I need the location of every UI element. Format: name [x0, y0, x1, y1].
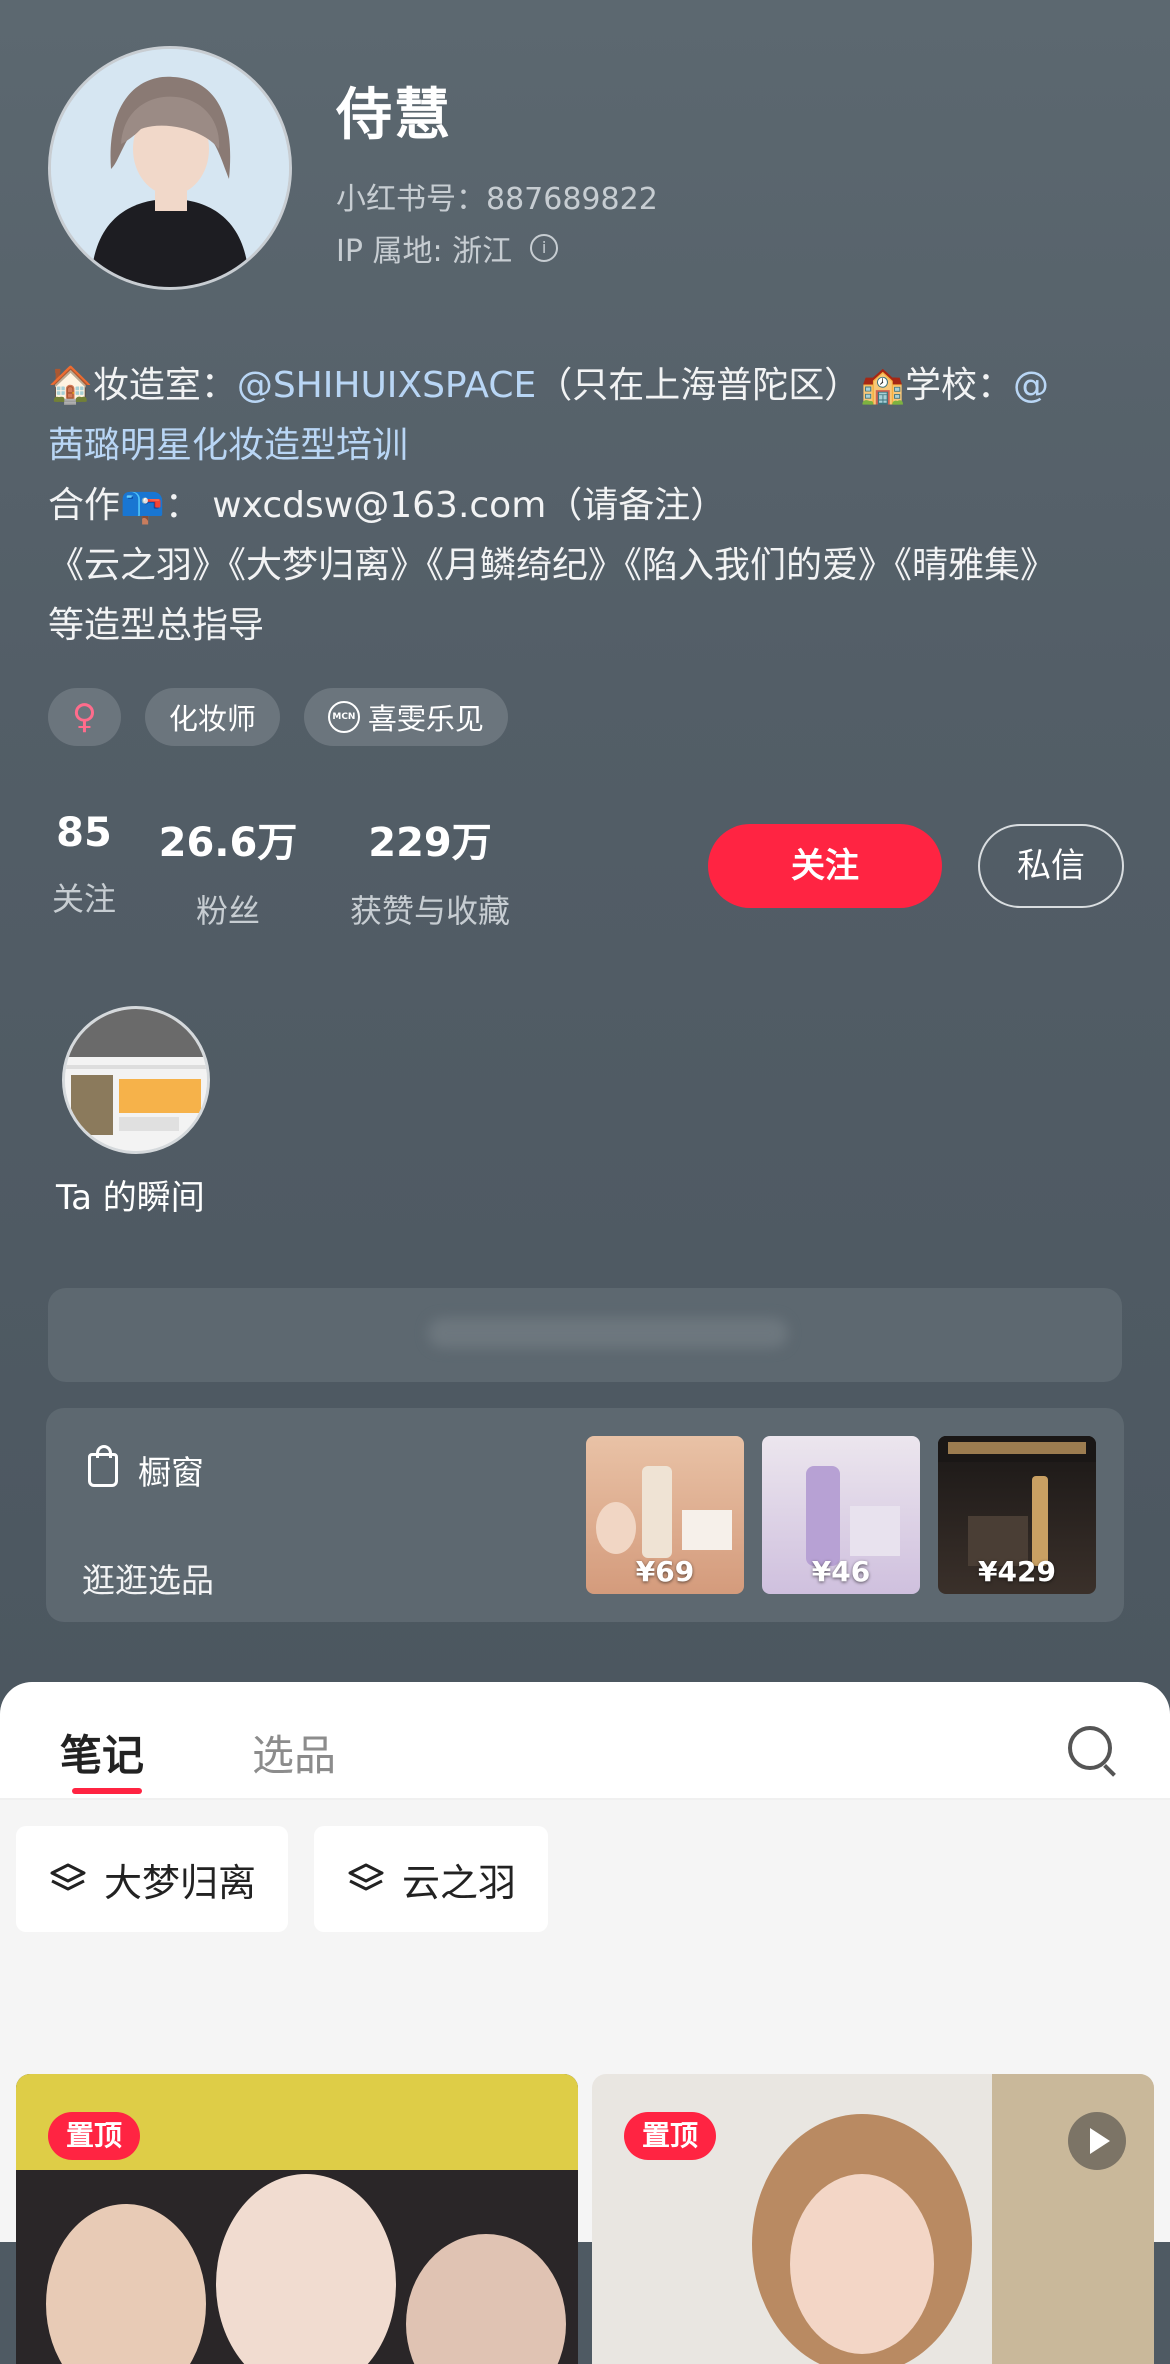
note-card[interactable]: 置顶: [592, 2074, 1154, 2364]
bio-studio-label: 🏠妆造室：: [48, 365, 237, 406]
moment-thumbnail[interactable]: [62, 1006, 210, 1154]
shop-window-label: 橱窗: [138, 1453, 204, 1492]
product-card[interactable]: ¥429: [938, 1436, 1096, 1594]
blurred-banner[interactable]: [48, 1288, 1122, 1382]
ip-location: IP 属地: 浙江 i: [336, 226, 559, 270]
moments-label[interactable]: Ta 的瞬间: [56, 1170, 205, 1219]
tab-notes[interactable]: 笔记: [60, 1722, 144, 1783]
bio-studio-note: （只在上海普陀区）🏫学校：: [536, 365, 1014, 406]
pinned-badge: 置顶: [48, 2112, 141, 2160]
avatar[interactable]: [48, 46, 292, 290]
school-mention-link[interactable]: @: [1013, 365, 1049, 406]
mcn-icon: MCN: [327, 701, 360, 733]
search-icon[interactable]: [1068, 1726, 1112, 1770]
ip-location-text: IP 属地: 浙江: [336, 234, 513, 269]
info-icon[interactable]: i: [530, 234, 559, 262]
studio-mention-link[interactable]: @SHIHUIXSPACE: [237, 365, 536, 406]
play-icon: [1068, 2112, 1126, 2170]
mcn-name: 喜雯乐见: [367, 702, 484, 736]
active-tab-indicator: [72, 1788, 142, 1794]
bio-contact: 合作📪： wxcdsw@163.com（请备注）: [48, 485, 727, 526]
shop-window-subtitle: 逛逛选品: [82, 1561, 214, 1600]
fans-label: 粉丝: [195, 892, 260, 930]
pinned-badge: 置顶: [624, 2112, 717, 2160]
following-label: 关注: [51, 880, 116, 918]
collection-label: 云之羽: [402, 1860, 517, 1905]
likes-label: 获赞与收藏: [349, 892, 510, 930]
message-button[interactable]: 私信: [978, 824, 1124, 908]
likes-stat[interactable]: 229万 获赞与收藏: [340, 810, 520, 932]
collection-chip[interactable]: 云之羽: [314, 1826, 549, 1932]
xhs-id[interactable]: 小红书号：887689822: [336, 174, 658, 218]
fans-count: 26.6万: [158, 820, 298, 866]
female-icon: ♀: [72, 697, 97, 737]
mcn-tag[interactable]: MCN 喜雯乐见: [303, 688, 508, 746]
profile-tags: ♀ 化妆师 MCN 喜雯乐见: [48, 688, 508, 746]
product-price: ¥69: [635, 1555, 695, 1588]
collection-label: 大梦归离: [104, 1860, 257, 1905]
gender-tag: ♀: [48, 688, 121, 746]
bag-icon: [88, 1445, 118, 1487]
bio-line-1: 🏠妆造室：@SHIHUIXSPACE（只在上海普陀区）🏫学校：@: [48, 356, 1128, 416]
bio: 🏠妆造室：@SHIHUIXSPACE（只在上海普陀区）🏫学校：@ 茜璐明星化妆造…: [48, 356, 1128, 656]
profile-name: 侍慧: [336, 83, 452, 148]
fans-stat[interactable]: 26.6万 粉丝: [158, 810, 298, 932]
following-count: 85: [56, 810, 112, 856]
likes-count: 229万: [368, 820, 492, 866]
product-price: ¥46: [811, 1555, 871, 1588]
follow-button[interactable]: 关注: [708, 824, 942, 908]
product-price: ¥429: [978, 1555, 1056, 1588]
content-sheet: 笔记 选品 大梦归离 云之羽 置顶 置顶: [0, 1682, 1170, 2364]
shop-window-title: 橱窗: [88, 1445, 204, 1494]
bio-works: 《云之羽》《大梦归离》《月鳞绮纪》《陷入我们的爱》《晴雅集》: [48, 545, 1057, 586]
product-card[interactable]: ¥46: [762, 1436, 920, 1594]
note-card[interactable]: 置顶: [16, 2074, 578, 2364]
notes-area: 大梦归离 云之羽 置顶 置顶: [0, 1800, 1170, 2364]
profession-tag: 化妆师: [144, 688, 280, 746]
collection-chip[interactable]: 大梦归离: [16, 1826, 289, 1932]
tab-selections[interactable]: 选品: [252, 1722, 336, 1783]
bio-role: 等造型总指导: [48, 605, 265, 646]
layers-icon: [348, 1863, 384, 1891]
school-mention-name[interactable]: 茜璐明星化妆造型培训: [48, 416, 1128, 476]
following-stat[interactable]: 85 关注: [48, 810, 120, 920]
product-card[interactable]: ¥69: [586, 1436, 744, 1594]
shop-window-card[interactable]: 橱窗 逛逛选品 ¥69 ¥46 ¥429: [46, 1408, 1124, 1622]
layers-icon: [50, 1863, 86, 1891]
